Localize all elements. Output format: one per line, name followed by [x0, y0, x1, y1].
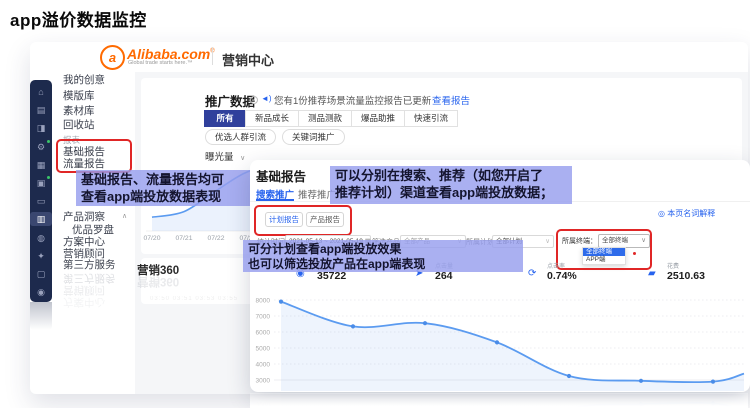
tab-keyword-promotion[interactable]: 关键词推广 [282, 129, 345, 145]
annotation-box1-line2: 查看app端投放数据表现 [81, 189, 249, 206]
highlight-box-terminal-filter [556, 229, 652, 270]
star-icon[interactable]: ✦ [30, 249, 52, 263]
tab-quick-traffic[interactable]: 快速引流 [404, 110, 458, 127]
sidebar-item-compass[interactable]: 优品罗盘 [72, 224, 114, 236]
media-icon[interactable]: ▣ [30, 176, 52, 190]
svg-text:5000: 5000 [256, 345, 271, 352]
speaker-icon: ◄) [261, 94, 272, 103]
data-icon[interactable]: ◍ [30, 231, 52, 245]
cost-icon: ▰ [648, 268, 656, 279]
tab-product-testing[interactable]: 测品测款 [298, 110, 352, 127]
user-icon[interactable]: ◉ [30, 285, 52, 299]
notice-text: 您有1份推荐场景流量监控报告已更新 [274, 93, 431, 107]
annotation-box2-line1: 可以分别在搜索、推荐（如您开启了 [335, 168, 567, 185]
chevron-up-icon[interactable]: ∧ [122, 212, 127, 220]
stat-value-cost: 2510.63 [667, 270, 705, 282]
sidebar-item-product-insight[interactable]: 产品洞察 [63, 211, 105, 223]
sidebar-reflection-3: 方案中心 [63, 296, 105, 308]
stat-label-ctr: 点击率 [547, 261, 565, 270]
annotation-box-reports: 基础报告、流量报告均可 查看app端投放数据表现 [76, 170, 254, 206]
header-divider [212, 47, 213, 65]
svg-text:8000: 8000 [256, 297, 271, 304]
svg-text:6000: 6000 [256, 329, 271, 336]
report-icon[interactable]: ▥ [30, 212, 52, 226]
metric-dropdown[interactable]: 曝光量 ∨ [205, 149, 245, 163]
glossary-text: 本页名词解释 [667, 209, 715, 218]
highlight-box-reports [56, 139, 132, 173]
trend-line-chart: 8000 7000 6000 5000 4000 3000 [250, 290, 748, 392]
highlight-box-report-buttons [254, 205, 352, 236]
screenshot-stage: app溢价数据监控 a Alibaba.com® Global trade st… [0, 0, 750, 408]
tab-all[interactable]: 所有 [204, 110, 246, 127]
reflection-fade [250, 393, 748, 408]
svg-text:07/22: 07/22 [207, 235, 224, 242]
ghost-axis-times: 03:50 03:51 03:53 03:55 [150, 296, 238, 302]
svg-text:07/21: 07/21 [175, 235, 192, 242]
page-title: app溢价数据监控 [10, 6, 147, 31]
tab-hot-product-boost[interactable]: 爆品助推 [351, 110, 405, 127]
rate-icon: ⟳ [528, 268, 536, 279]
panel-title: 基础报告 [256, 166, 306, 185]
annotation-box2-line2: 推荐计划）渠道查看app端投放数据； [335, 185, 567, 202]
doc-icon[interactable]: ▢ [30, 267, 52, 281]
icon-rail: ⌂ ▤ ◨ ⚙ ▦ ▣ ▭ ▥ ◍ ✦ ▢ ◉ [30, 80, 52, 302]
icon-rail-reflection [30, 302, 52, 330]
logo-tagline: Global trade starts here.™ [128, 60, 193, 66]
app-name: 营销中心 [222, 50, 274, 69]
scene-tabs-row1: 所有新品成长测品测款爆品助推快速引流 [205, 108, 458, 127]
stat-label-cost: 花费 [667, 261, 679, 270]
view-report-link[interactable]: 查看报告 [432, 93, 470, 107]
alibaba-logo-icon: a [100, 45, 125, 70]
annotation-box-plans: 可分计划查看app端投放效果 也可以筛选投放产品在app端表现 [243, 240, 523, 272]
glossary-icon: ◎ [658, 209, 665, 218]
glossary-link[interactable]: ◎ 本页名词解释 [658, 208, 715, 219]
chevron-down-icon: ∨ [240, 155, 245, 162]
tab-preferred-audience[interactable]: 优选人群引流 [205, 129, 276, 145]
sidebar-item-solution-center[interactable]: 方案中心 [63, 236, 105, 248]
annotation-box1-line1: 基础报告、流量报告均可 [81, 172, 249, 189]
sidebar-item-my-creative[interactable]: 我的创意 [63, 74, 105, 86]
sidebar-item-recycle-bin[interactable]: 回收站 [63, 119, 95, 131]
settings-icon[interactable]: ⚙ [30, 140, 52, 154]
metric-dropdown-value: 曝光量 [205, 152, 234, 163]
svg-text:07/20: 07/20 [143, 235, 160, 242]
svg-text:4000: 4000 [256, 361, 271, 368]
home-icon[interactable]: ⌂ [30, 85, 52, 99]
material-icon[interactable]: ◨ [30, 121, 52, 135]
stat-value-ctr: 0.74% [547, 270, 577, 282]
sidebar-item-template-library[interactable]: 模版库 [63, 90, 95, 102]
sidebar-item-material-library[interactable]: 素材库 [63, 105, 95, 117]
chevron-down-icon: ∨ [545, 236, 550, 247]
svg-text:3000: 3000 [256, 377, 271, 384]
apps-icon[interactable]: ▦ [30, 158, 52, 172]
sidebar-item-third-party[interactable]: 第三方服务 [63, 259, 116, 271]
sidebar-reflection-1: 第三方服务 [63, 272, 116, 284]
template-icon[interactable]: ▤ [30, 103, 52, 117]
tab-new-product-growth[interactable]: 新品成长 [245, 110, 299, 127]
annotation-box-channels: 可以分别在搜索、推荐（如您开启了 推荐计划）渠道查看app端投放数据； [330, 166, 572, 204]
message-icon[interactable]: ▭ [30, 194, 52, 208]
marketing360-reflection: 营销360 [137, 274, 179, 290]
status-dot-icon [250, 96, 258, 104]
annotation-box3-line1: 可分计划查看app端投放效果 [248, 242, 518, 257]
annotation-box3-line2: 也可以筛选投放产品在app端表现 [248, 257, 518, 272]
scene-tabs-row2: 优选人群引流关键词推广 [205, 127, 351, 145]
svg-text:7000: 7000 [256, 313, 271, 320]
sidebar-reflection-2: 营销顾问 [63, 284, 105, 296]
